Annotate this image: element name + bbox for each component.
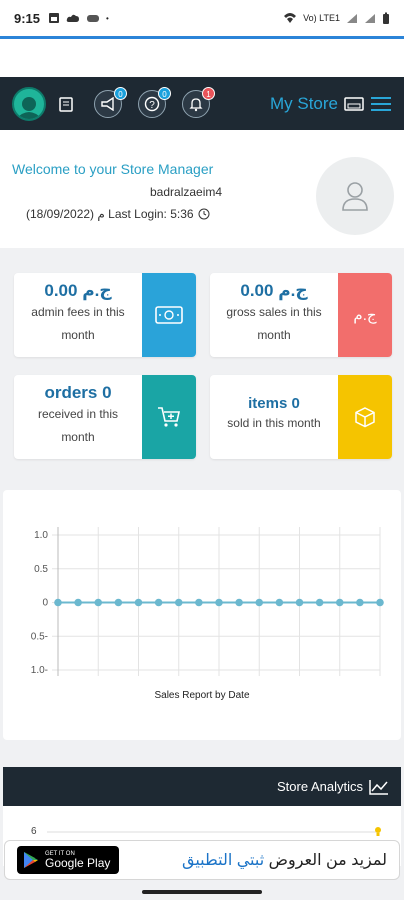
welcome-title: Welcome to your Store Manager: [12, 161, 214, 177]
chart-point: [54, 598, 62, 607]
items-value: items 0: [248, 395, 300, 412]
status-right-icons: Vo) LTE1: [283, 12, 390, 25]
welcome-panel: Welcome to your Store Manager badralzaei…: [0, 130, 404, 248]
storefront-icon: [344, 96, 364, 111]
chart-point: [114, 598, 123, 607]
analytics-axis-label: 6: [31, 826, 37, 837]
bell-icon: [189, 97, 203, 111]
announcements-badge: 0: [114, 86, 127, 100]
trend-chart-icon: [369, 779, 388, 795]
admin-fees-side: [142, 273, 196, 357]
signal-icon-2: [365, 13, 375, 23]
megaphone-icon: [101, 96, 114, 111]
last-login: (18/09/2022) م Last Login: 5:36: [26, 207, 210, 221]
bulb-icon: [375, 827, 381, 836]
items-side: [338, 375, 392, 459]
chart-point: [235, 598, 243, 607]
google-play-label: Google Play: [45, 856, 111, 870]
sales-chart: 1.0 0.5 0 0.5- 1.0-: [31, 527, 384, 676]
gallery-icon: [49, 13, 60, 23]
avatar-silhouette-icon: [16, 96, 42, 119]
admin-fees-desc-1: admin fees in this: [31, 305, 125, 319]
orders-side: [142, 375, 196, 459]
cloud-icon: [66, 14, 80, 22]
game-icon: [87, 15, 100, 22]
gross-sales-desc-2: month: [257, 328, 291, 342]
chart-point: [376, 598, 384, 607]
question-icon: ?: [144, 96, 160, 111]
chart-y-tick-label: 1.0-: [31, 665, 48, 676]
money-icon: [155, 306, 183, 324]
orders-card[interactable]: orders 0 received in this month: [14, 375, 196, 459]
items-desc-1: sold in this month: [227, 416, 321, 430]
chart-y-tick-label: 0: [42, 598, 48, 609]
ad-text-highlight: ثبتي التطبيق: [182, 852, 265, 869]
chart-point: [94, 598, 103, 607]
store-catalog-icon[interactable]: [52, 90, 80, 118]
admin-fees-value: 0.00 ج.م: [44, 281, 112, 300]
chart-title: Sales Report by Date: [154, 690, 250, 701]
help-badge: 0: [158, 86, 171, 100]
google-play-icon: [24, 852, 38, 868]
user-icon: [342, 182, 368, 211]
wifi-icon: [284, 13, 297, 23]
chart-y-tick-label: 0.5: [34, 564, 48, 575]
clock-icon: [198, 208, 210, 220]
chart-y-tick-label: 0.5-: [31, 631, 48, 642]
chart-point: [335, 598, 344, 607]
my-store-menu[interactable]: My Store: [270, 94, 392, 114]
orders-desc-2: month: [61, 430, 95, 444]
gross-sales-value: 0.00 ج.م: [240, 281, 308, 300]
gross-sales-card[interactable]: 0.00 ج.م gross sales in this month ج.م: [210, 273, 392, 357]
help-button[interactable]: ? 0: [138, 86, 171, 118]
cube-icon: [355, 407, 375, 428]
orders-value: orders 0: [44, 383, 112, 402]
chart-point: [295, 598, 304, 607]
store-analytics-label: Store Analytics: [277, 779, 363, 794]
currency-symbol: ج.م: [353, 307, 377, 324]
notifications-badge: 1: [202, 86, 215, 100]
chart-point: [195, 598, 203, 607]
chart-point: [215, 598, 223, 607]
profile-picture[interactable]: [316, 157, 394, 235]
chart-point: [356, 598, 364, 607]
my-store-label: My Store: [269, 93, 338, 113]
chart-point: [315, 598, 324, 607]
announcements-button[interactable]: 0: [94, 86, 127, 118]
chart-y-tick-label: 1.0: [34, 530, 48, 541]
ad-text-normal: لمزيد من العروض: [264, 852, 387, 869]
battery-icon: [383, 12, 389, 24]
ad-banner[interactable]: GET IT ON Google Play لمزيد من العروض ثب…: [4, 840, 400, 880]
chart-point: [74, 598, 82, 607]
user-avatar[interactable]: [12, 86, 46, 121]
admin-fees-card[interactable]: 0.00 ج.م admin fees in this month: [14, 273, 196, 357]
last-login-text: (18/09/2022) م Last Login: 5:36: [26, 207, 194, 221]
cart-plus-icon: [158, 407, 180, 427]
store-analytics-header[interactable]: Store Analytics: [3, 767, 401, 806]
gross-sales-desc-1: gross sales in this: [226, 305, 322, 319]
home-indicator[interactable]: [142, 890, 262, 894]
gross-sales-side: ج.م: [338, 273, 392, 357]
chart-point: [255, 598, 264, 607]
network-label: Vo) LTE1: [303, 13, 340, 23]
hamburger-menu-icon[interactable]: [370, 95, 392, 113]
welcome-username: badralzaeim4: [150, 185, 223, 199]
notifications-button[interactable]: 1: [182, 86, 215, 118]
top-nav: 0 ? 0 1 My Store: [0, 77, 404, 130]
svg-text:?: ?: [149, 100, 155, 111]
status-bar: 9:15 • Vo) LTE1: [0, 0, 404, 36]
chart-point: [275, 598, 284, 607]
admin-fees-desc-2: month: [61, 328, 95, 342]
status-notification-icons: •: [48, 12, 109, 24]
chart-point: [174, 598, 183, 607]
orders-desc-1: received in this: [37, 407, 119, 421]
signal-icon: [347, 13, 357, 23]
chart-point: [134, 598, 143, 607]
google-play-badge[interactable]: GET IT ON Google Play: [17, 846, 119, 874]
ad-text: لمزيد من العروض ثبتي التطبيق: [182, 850, 387, 870]
chart-point: [154, 598, 163, 607]
items-card[interactable]: items 0 sold in this month: [210, 375, 392, 459]
status-time: 9:15: [14, 10, 41, 26]
